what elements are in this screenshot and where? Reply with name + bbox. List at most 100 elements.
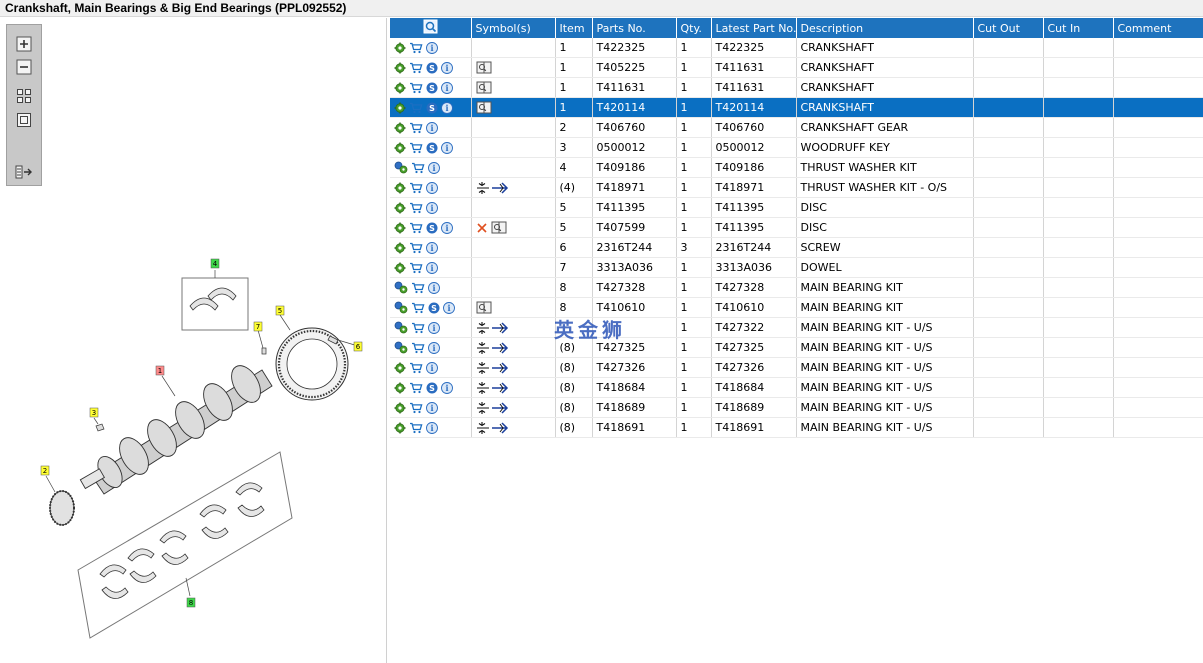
supersession-icon[interactable]: S — [426, 222, 438, 234]
cart-icon[interactable] — [409, 202, 423, 214]
info-icon[interactable]: i — [426, 182, 438, 194]
column-header-item[interactable]: Item — [555, 18, 593, 38]
info-icon[interactable]: i — [443, 301, 455, 314]
table-row[interactable]: Si 3 0500012 1 0500012 WOODRUFF KEY — [390, 137, 1203, 158]
gear-pair-icon[interactable] — [394, 301, 408, 314]
cart-icon[interactable] — [411, 322, 425, 334]
book-illustration-icon[interactable] — [476, 101, 492, 114]
gear-pair-icon[interactable] — [394, 321, 408, 334]
column-header-comment[interactable]: Comment — [1113, 18, 1203, 38]
cart-icon[interactable] — [409, 122, 423, 134]
table-row[interactable]: Si 1 T420114 1 T420114 CRANKSHAFT — [390, 97, 1203, 118]
table-row[interactable]: i (4) T418971 1 T418971 THRUST WASHER KIT - O… — [390, 177, 1203, 198]
info-icon[interactable]: i — [426, 42, 438, 54]
book-illustration-icon[interactable] — [476, 81, 492, 94]
gear-icon[interactable] — [394, 62, 406, 74]
book-illustration-icon[interactable] — [476, 61, 492, 74]
column-header-cut-out[interactable]: Cut Out — [973, 18, 1044, 38]
supersession-icon[interactable]: S — [428, 302, 440, 314]
gear-pair-icon[interactable] — [394, 341, 408, 354]
gear-icon[interactable] — [394, 202, 406, 214]
export-button[interactable] — [14, 163, 34, 181]
gear-icon[interactable] — [394, 82, 406, 94]
cart-icon[interactable] — [411, 282, 425, 294]
gear-icon[interactable] — [394, 102, 406, 114]
table-row[interactable]: i (8) T418691 1 T418691 MAIN BEARING KIT - U/… — [390, 417, 1203, 438]
column-header-description[interactable]: Description — [796, 18, 974, 38]
cart-icon[interactable] — [409, 82, 423, 94]
actual-size-button[interactable] — [14, 111, 34, 129]
table-row[interactable]: i 8 T427328 1 T427328 MAIN BEARING KIT — [390, 277, 1203, 298]
gear-pair-icon[interactable] — [394, 161, 408, 174]
zoom-in-button[interactable] — [14, 35, 34, 53]
table-row[interactable]: i (8) T427325 1 T427325 MAIN BEARING KIT - U/… — [390, 337, 1203, 358]
cart-icon[interactable] — [409, 142, 423, 154]
column-header-latest-part-no[interactable]: Latest Part No. — [711, 18, 797, 38]
diagram-pane[interactable]: 4 7 5 6 1 3 2 8 — [0, 18, 387, 663]
info-icon[interactable]: i — [426, 202, 438, 214]
zoom-out-button[interactable] — [14, 58, 34, 76]
info-icon[interactable]: i — [441, 82, 453, 94]
table-row[interactable]: Si 1 T405225 1 T411631 CRANKSHAFT — [390, 57, 1203, 78]
cart-icon[interactable] — [409, 42, 423, 54]
column-header-parts-no[interactable]: Parts No. — [592, 18, 677, 38]
gear-icon[interactable] — [394, 402, 406, 414]
gear-icon[interactable] — [394, 182, 406, 194]
exploded-diagram[interactable]: 4 7 5 6 1 3 2 8 — [0, 218, 387, 663]
table-row[interactable]: i (8) T418689 1 T418689 MAIN BEARING KIT - U/… — [390, 397, 1203, 418]
gear-icon[interactable] — [394, 382, 406, 394]
supersession-icon[interactable]: S — [426, 102, 438, 114]
gear-icon[interactable] — [394, 362, 406, 374]
cart-icon[interactable] — [409, 62, 423, 74]
gear-icon[interactable] — [394, 122, 406, 134]
cart-icon[interactable] — [411, 162, 425, 174]
column-header-cut-in[interactable]: Cut In — [1043, 18, 1114, 38]
cart-icon[interactable] — [409, 362, 423, 374]
column-header-symbols[interactable]: Symbol(s) — [471, 18, 556, 38]
table-row[interactable]: i 1 T427322 MAIN BEARING KIT - U/S — [390, 317, 1203, 338]
info-icon[interactable]: i — [426, 362, 438, 374]
info-icon[interactable]: i — [441, 382, 453, 394]
supersession-icon[interactable]: S — [426, 82, 438, 94]
gear-icon[interactable] — [394, 422, 406, 434]
column-header-actions[interactable] — [390, 18, 472, 38]
gear-icon[interactable] — [394, 42, 406, 54]
info-icon[interactable]: i — [426, 402, 438, 414]
cart-icon[interactable] — [409, 242, 423, 254]
gear-pair-icon[interactable] — [394, 281, 408, 294]
book-illustration-icon[interactable] — [476, 301, 492, 314]
table-row[interactable]: i 6 2316T244 3 2316T244 SCREW — [390, 237, 1203, 258]
cart-icon[interactable] — [411, 302, 425, 314]
info-icon[interactable]: i — [441, 142, 453, 154]
table-row[interactable]: Si 8 T410610 1 T410610 MAIN BEARING KIT — [390, 297, 1203, 318]
info-icon[interactable]: i — [441, 222, 453, 234]
cart-icon[interactable] — [409, 102, 423, 114]
table-row[interactable]: i 2 T406760 1 T406760 CRANKSHAFT GEAR — [390, 117, 1203, 138]
cart-icon[interactable] — [409, 262, 423, 274]
supersession-icon[interactable]: S — [426, 382, 438, 394]
table-row[interactable]: Si 5 T407599 1 T411395 DISC — [390, 217, 1203, 238]
supersession-icon[interactable]: S — [426, 62, 438, 74]
table-row[interactable]: i 4 T409186 1 T409186 THRUST WASHER KIT — [390, 157, 1203, 178]
table-row[interactable]: i (8) T427326 1 T427326 MAIN BEARING KIT - U/… — [390, 357, 1203, 378]
column-header-qty[interactable]: Qty. — [676, 18, 712, 38]
info-icon[interactable]: i — [426, 422, 438, 434]
cart-icon[interactable] — [409, 182, 423, 194]
fit-all-button[interactable] — [14, 87, 34, 105]
gear-icon[interactable] — [394, 142, 406, 154]
cart-icon[interactable] — [409, 222, 423, 234]
book-illustration-icon[interactable] — [491, 221, 507, 234]
supersession-icon[interactable]: S — [426, 142, 438, 154]
table-row[interactable]: i 7 3313A036 1 3313A036 DOWEL — [390, 257, 1203, 278]
info-icon[interactable]: i — [441, 102, 453, 114]
info-icon[interactable]: i — [426, 262, 438, 274]
gear-icon[interactable] — [394, 262, 406, 274]
cart-icon[interactable] — [411, 342, 425, 354]
info-icon[interactable]: i — [426, 122, 438, 134]
table-row[interactable]: i 1 T422325 1 T422325 CRANKSHAFT — [390, 38, 1203, 58]
table-row[interactable]: Si (8) T418684 1 T418684 MAIN BEARING KIT - U… — [390, 377, 1203, 398]
info-icon[interactable]: i — [428, 321, 440, 334]
gear-icon[interactable] — [394, 242, 406, 254]
table-row[interactable]: Si 1 T411631 1 T411631 CRANKSHAFT — [390, 77, 1203, 98]
table-row[interactable]: i 5 T411395 1 T411395 DISC — [390, 197, 1203, 218]
